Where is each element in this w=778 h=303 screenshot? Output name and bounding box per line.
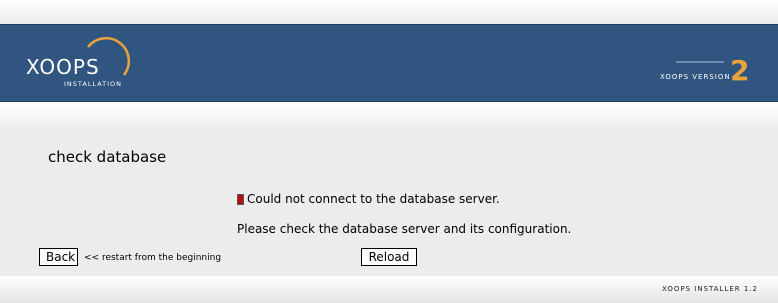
error-message: Could not connect to the database server… bbox=[247, 192, 500, 206]
svg-text:INSTALLATION: INSTALLATION bbox=[64, 80, 122, 88]
svg-text:XOOPS: XOOPS bbox=[26, 55, 100, 79]
header-banner: XOOPS INSTALLATION XOOPS VERSION 2 bbox=[0, 24, 778, 102]
footer: XOOPS INSTALLER 1.2 bbox=[0, 276, 778, 303]
content-panel: check database Could not connect to the … bbox=[0, 126, 778, 276]
reload-button[interactable]: Reload bbox=[361, 248, 417, 266]
version-badge: XOOPS VERSION 2 bbox=[660, 54, 749, 84]
error-icon bbox=[237, 193, 244, 205]
installer-version: XOOPS INSTALLER 1.2 bbox=[662, 285, 758, 293]
error-row: Could not connect to the database server… bbox=[237, 192, 500, 206]
hint-message: Please check the database server and its… bbox=[237, 222, 572, 236]
xoops-logo: XOOPS INSTALLATION bbox=[26, 37, 131, 88]
back-button[interactable]: Back bbox=[39, 248, 78, 266]
svg-text:2: 2 bbox=[730, 54, 749, 84]
restart-text: << restart from the beginning bbox=[84, 253, 222, 263]
svg-text:XOOPS VERSION: XOOPS VERSION bbox=[660, 73, 731, 81]
sub-strip bbox=[0, 102, 778, 127]
page-title: check database bbox=[48, 148, 167, 166]
top-strip bbox=[0, 0, 778, 24]
